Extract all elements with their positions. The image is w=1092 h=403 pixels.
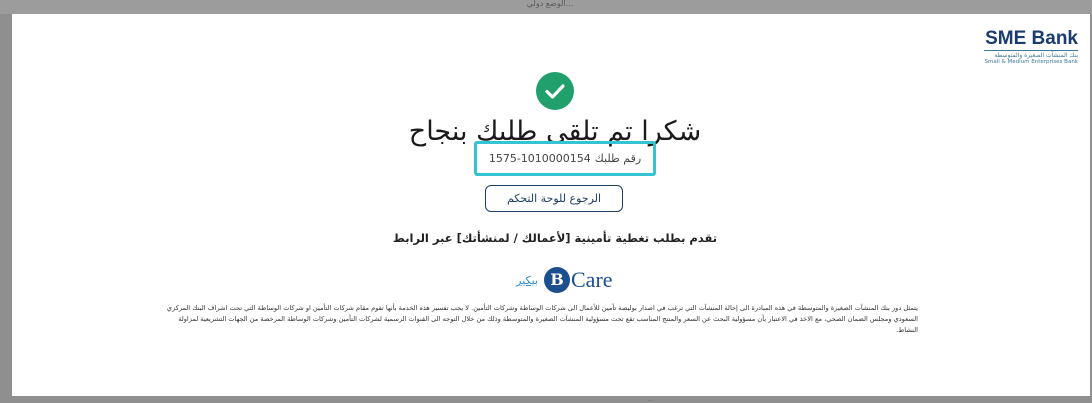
insurance-partners: بيكير B Care xyxy=(492,265,618,295)
bcare-logo-letter: B xyxy=(544,267,570,293)
logo-brand-name: SME Bank xyxy=(985,28,1078,49)
request-number-box: 1575-1010000154 رقم طلبك xyxy=(474,141,656,176)
sme-bank-logo: SME Bank بنك المنشآت الصغيرة والمتوسطة S… xyxy=(984,28,1078,66)
disclaimer-text: يتمثل دور بنك المنشآت الصغيرة والمتوسطة … xyxy=(166,304,918,334)
back-to-dashboard-button[interactable]: الرجوع للوحة التحكم xyxy=(485,185,623,212)
request-number-label: رقم طلبك xyxy=(594,152,642,165)
success-modal: SME Bank بنك المنشآت الصغيرة والمتوسطة S… xyxy=(12,14,1090,396)
logo-arabic-name: بنك المنشآت الصغيرة والمتوسطة xyxy=(984,50,1078,59)
bcare-logo-text: Care xyxy=(571,267,613,292)
request-number: 1575-1010000154 xyxy=(488,152,591,165)
backdrop-footer-text: ... xyxy=(647,396,653,403)
backdrop-title: الوضع دولي... xyxy=(526,0,574,8)
bcare-logo[interactable]: B Care xyxy=(544,265,618,295)
check-circle-icon xyxy=(536,72,574,110)
logo-english-name: Small & Medium Enterprises Bank xyxy=(984,59,1078,65)
backdrop-header: الوضع دولي... xyxy=(0,0,1092,14)
insurance-promo-text: تقدم بطلب تغطية تأمينية [لأعمالك / لمنشأ… xyxy=(392,231,718,245)
bcare-link[interactable]: بيكير xyxy=(500,274,538,287)
